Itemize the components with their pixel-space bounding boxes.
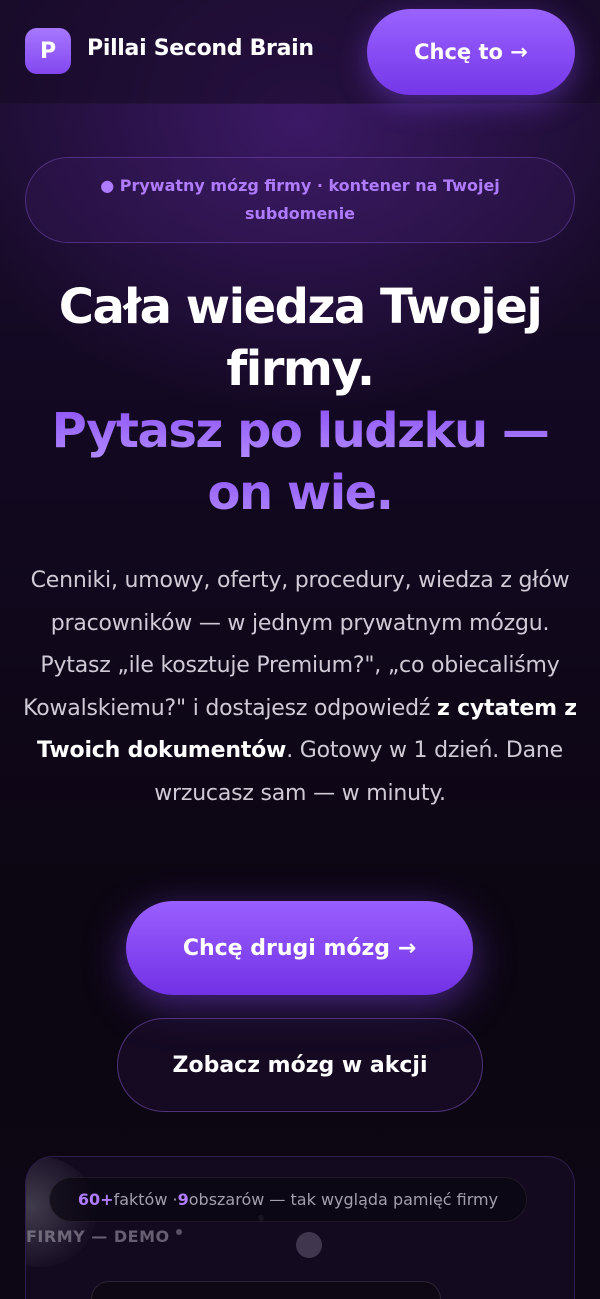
areas-count: 9 xyxy=(177,1190,189,1209)
primary-cta-button[interactable]: Chcę drugi mózg → xyxy=(126,901,473,995)
facts-label: faktów · xyxy=(113,1190,178,1209)
hero-badge: ● Prywatny mózg firmy · kontener na Twoj… xyxy=(25,157,575,243)
areas-label: obszarów — tak wygląda pamięć firmy xyxy=(188,1190,499,1209)
see-demo-button[interactable]: Zobacz mózg w akcji xyxy=(117,1018,483,1112)
hero-badge-text: ● Prywatny mózg firmy · kontener na Twoj… xyxy=(100,176,500,223)
hero-description: Cenniki, umowy, oferty, procedury, wiedz… xyxy=(20,560,580,815)
demo-query-box[interactable] xyxy=(91,1281,441,1299)
brand-logo-letter: P xyxy=(39,38,57,64)
facts-count: 60+ xyxy=(77,1190,114,1209)
page: P Pillai Second Brain Chcę to → ● Prywat… xyxy=(0,0,600,1299)
headline-accent-line-2: on wie. xyxy=(20,462,580,524)
brand-logo-icon[interactable]: P xyxy=(25,28,71,74)
headline-accent-line-1: Pytasz po ludzku — xyxy=(20,400,580,462)
demo-stats-pill: 60+ faktów · 9 obszarów — tak wygląda pa… xyxy=(49,1177,527,1222)
headline-line-1: Cała wiedza Twojej xyxy=(58,279,543,335)
hero-headline: Cała wiedza Twojej firmy. Pytasz po ludz… xyxy=(20,276,580,524)
header-cta-button[interactable]: Chcę to → xyxy=(367,9,575,95)
top-navbar: P Pillai Second Brain Chcę to → xyxy=(0,0,600,104)
brain-demo-panel[interactable]: FIRMY — DEMO 60+ faktów · 9 obszarów — t… xyxy=(25,1156,575,1299)
demo-faded-label: FIRMY — DEMO xyxy=(26,1227,170,1246)
brand-name[interactable]: Pillai Second Brain xyxy=(87,36,314,61)
graph-node-dot xyxy=(176,1229,182,1235)
graph-node-circle xyxy=(296,1232,322,1258)
headline-line-2: firmy. xyxy=(226,341,375,397)
